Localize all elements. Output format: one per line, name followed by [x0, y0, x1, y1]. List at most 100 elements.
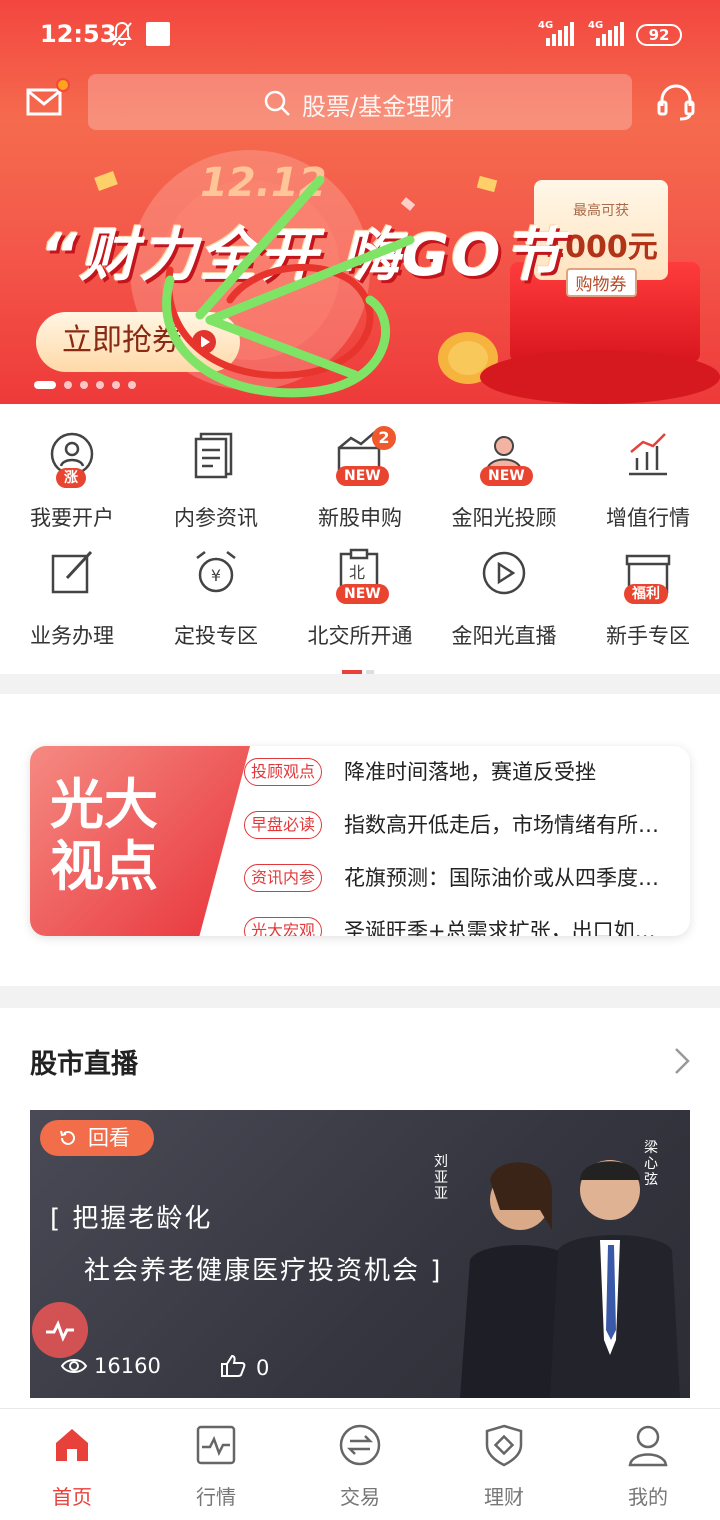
alarm-clock-icon: ¥: [196, 551, 236, 593]
bottom-tab-bar: 首页 行情 交易 理财 我的: [0, 1408, 720, 1520]
viewpoint-item[interactable]: 资讯内参 花旗预测：国际油价或从四季度…: [244, 864, 684, 894]
viewpoint-tag: 早盘必读: [244, 811, 323, 839]
viewpoint-title: 光大视点: [50, 773, 158, 898]
host-name-left: 刘亚亚: [434, 1154, 448, 1202]
quick-menu-label: 北交所开通: [307, 624, 413, 648]
viewpoint-tag: 资讯内参: [244, 864, 323, 892]
replay-badge[interactable]: 回看: [40, 1120, 154, 1156]
viewpoint-headline: 花旗预测：国际油价或从四季度…: [344, 866, 659, 890]
live-section-title: 股市直播: [30, 1049, 138, 1080]
news-doc-icon: [194, 432, 233, 479]
edit-icon: [51, 550, 93, 594]
video-headline-1: [ 把握老龄化: [50, 1204, 213, 1234]
replay-icon: [60, 1130, 75, 1145]
banner-pagination-dots: [34, 374, 144, 389]
quick-menu-label: 新手专区: [606, 624, 690, 648]
floating-pulse-button[interactable]: [32, 1302, 88, 1358]
viewpoint-tag: 投顾观点: [244, 758, 323, 786]
viewpoint-headline: 降准时间落地，赛道反受挫: [344, 760, 596, 784]
tab-label: 行情: [196, 1485, 236, 1509]
quick-menu-item[interactable]: 增值行情: [576, 410, 720, 530]
search-bar[interactable]: 股票/基金理财: [88, 74, 632, 130]
viewpoint-item[interactable]: 早盘必读 指数高开低走后，市场情绪有所…: [244, 811, 684, 841]
viewpoint-title-panel: 光大视点: [30, 746, 250, 936]
tab-item[interactable]: 行情: [144, 1409, 288, 1520]
mute-bell-icon: [112, 21, 132, 46]
quick-menu-item[interactable]: 金阳光直播: [432, 528, 576, 648]
tab-label: 首页: [52, 1485, 92, 1509]
mail-icon[interactable]: [26, 88, 62, 116]
eye-icon: [60, 1359, 88, 1373]
menu-badge: NEW: [336, 466, 389, 486]
quick-menu-label: 定投专区: [174, 624, 258, 648]
host-name-right: 梁心弦: [644, 1140, 658, 1188]
quick-menu-item[interactable]: 业务办理: [0, 528, 144, 648]
hero-banner-area: 12:53 4G 4G 92 股票/基金理财 最高可获 1000元 购物券 12…: [0, 0, 720, 404]
quick-menu-item[interactable]: 北 NEW 北交所开通: [288, 528, 432, 648]
market-pulse-icon: [196, 1425, 236, 1465]
viewpoint-tag: 光大宏观: [244, 917, 323, 936]
notification-square-icon: [146, 22, 170, 46]
pulse-icon: [46, 1320, 74, 1342]
banner-dot[interactable]: [96, 381, 104, 389]
search-placeholder: 股票/基金理财: [302, 93, 455, 121]
svg-text:北: 北: [349, 563, 365, 582]
view-count-value: 16160: [94, 1354, 161, 1378]
tab-label: 我的: [628, 1485, 668, 1509]
viewpoint-headline: 圣诞旺季+总需求扩张，出口如…: [344, 919, 656, 936]
customer-service-headset-icon[interactable]: [656, 84, 696, 122]
viewpoint-headline: 指数高开低走后，市场情绪有所…: [344, 813, 659, 837]
banner-dot[interactable]: [112, 381, 120, 389]
live-section: 股市直播 回看 [ 把握老龄化 社会养老健康医疗投资机会] 刘亚亚 梁心弦 1…: [0, 1008, 720, 1408]
menu-badge: NEW: [480, 466, 533, 486]
video-headline-2: 社会养老健康医疗投资机会 ]: [84, 1256, 443, 1286]
viewpoint-item[interactable]: 光大宏观 圣诞旺季+总需求扩张，出口如…: [244, 917, 684, 936]
signal-strength-icon: 4G: [538, 20, 574, 46]
thumbs-up-icon: [221, 1354, 246, 1377]
quick-menu-item[interactable]: ¥ 定投专区: [144, 528, 288, 648]
status-time: 12:53: [40, 20, 117, 48]
banner-dot[interactable]: [80, 381, 88, 389]
wealth-shield-icon: [485, 1424, 523, 1467]
viewpoint-item[interactable]: 投顾观点 降准时间落地，赛道反受挫: [244, 758, 684, 788]
tab-item[interactable]: 首页: [0, 1409, 144, 1520]
battery-indicator: 92: [636, 24, 682, 46]
menu-page-indicator: [342, 670, 374, 674]
svg-text:¥: ¥: [211, 566, 221, 585]
like-count[interactable]: 0: [220, 1354, 269, 1380]
tab-label: 理财: [484, 1485, 524, 1509]
quick-menu-item[interactable]: NEW 2 新股申购: [288, 410, 432, 530]
mail-unread-dot: [56, 78, 70, 92]
chevron-right-icon[interactable]: [672, 1046, 692, 1076]
replay-label: 回看: [88, 1126, 130, 1150]
menu-badge: 福利: [624, 584, 668, 604]
quick-menu-label: 业务办理: [30, 624, 114, 648]
live-video-card[interactable]: 回看 [ 把握老龄化 社会养老健康医疗投资机会 ] 刘亚亚 梁心弦 16160 …: [30, 1110, 690, 1398]
quick-menu-label: 金阳光直播: [451, 624, 557, 648]
trade-exchange-icon: [339, 1424, 381, 1466]
status-bar: 12:53 4G 4G 92: [0, 0, 720, 70]
signal-strength-icon-2: 4G: [588, 20, 624, 46]
tab-item[interactable]: 理财: [432, 1409, 576, 1520]
tab-item[interactable]: 我的: [576, 1409, 720, 1520]
quick-menu-grid: 涨我要开户 内参资讯 NEW 2 新股申购 NEW 金阳光投顾 增值行情 业务办理 ¥ 定投专区北 N…: [0, 404, 720, 674]
tab-item[interactable]: 交易: [288, 1409, 432, 1520]
coupon-label: 购物券: [565, 268, 637, 297]
app-home-screen: 12:53 4G 4G 92 股票/基金理财 最高可获 1000元 购物券 12…: [0, 0, 720, 1520]
quick-menu-item[interactable]: NEW 金阳光投顾: [432, 410, 576, 530]
viewpoint-section: 光大视点 投顾观点 降准时间落地，赛道反受挫 早盘必读 指数高开低走后，市场情绪有所……: [0, 694, 720, 986]
home-icon: [56, 1429, 88, 1461]
banner-dot[interactable]: [34, 381, 56, 389]
banner-dot[interactable]: [64, 381, 72, 389]
stage-graphic: [480, 350, 720, 404]
quick-menu-item[interactable]: 涨我要开户: [0, 410, 144, 530]
profile-person-icon: [628, 1425, 668, 1467]
menu-count-badge: 2: [372, 426, 396, 450]
tab-label: 交易: [340, 1485, 380, 1509]
banner-dot[interactable]: [128, 381, 136, 389]
like-count-value: 0: [256, 1356, 270, 1380]
viewpoint-card[interactable]: 光大视点 投顾观点 降准时间落地，赛道反受挫 早盘必读 指数高开低走后，市场情绪有所……: [30, 746, 690, 936]
search-icon: [264, 90, 290, 116]
quick-menu-item[interactable]: 福利 新手专区: [576, 528, 720, 648]
quick-menu-item[interactable]: 内参资讯: [144, 410, 288, 530]
